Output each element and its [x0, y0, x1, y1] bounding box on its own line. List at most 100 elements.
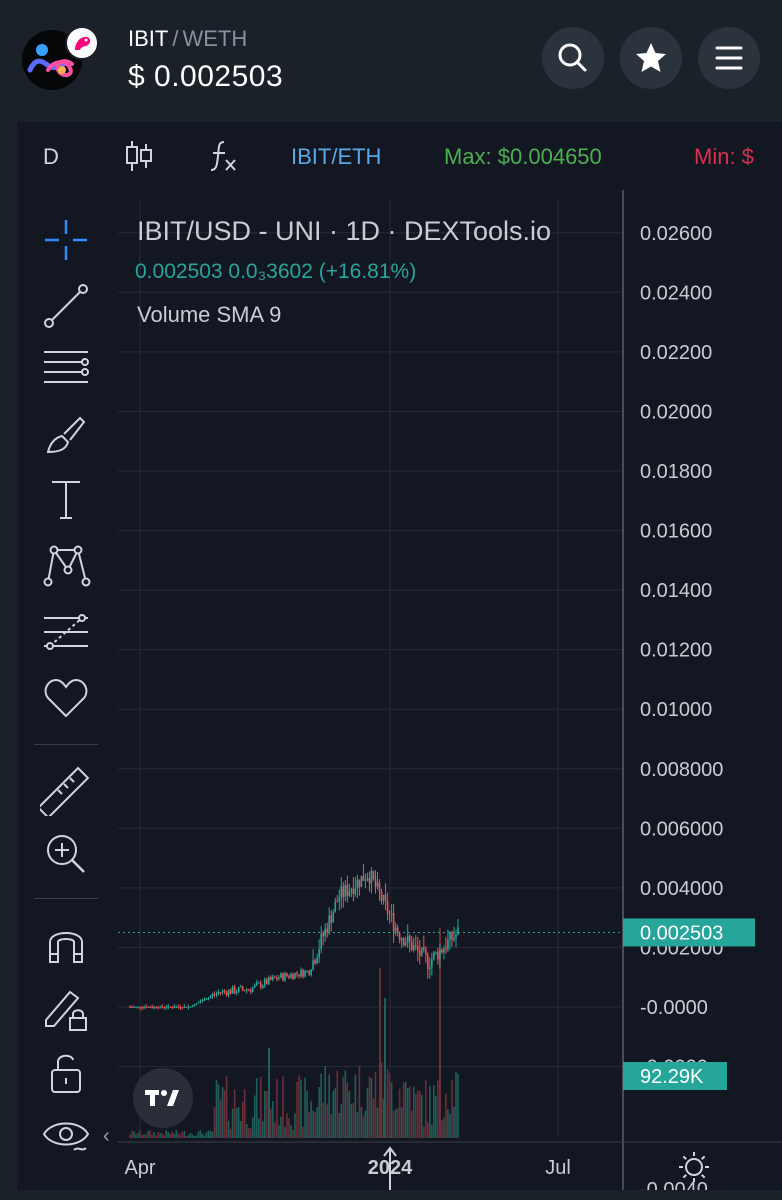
settings-sun-icon[interactable]	[679, 1152, 709, 1182]
candle-body	[133, 1006, 135, 1008]
measure-tool[interactable]	[37, 764, 92, 819]
candle-body	[420, 947, 423, 956]
candle-body	[193, 1004, 196, 1006]
volume-bar	[386, 1069, 389, 1138]
candle-body	[276, 977, 278, 980]
trend-line-tool[interactable]	[40, 280, 92, 332]
function-icon	[210, 141, 236, 171]
volume-bar	[418, 1091, 421, 1138]
candle-body	[344, 884, 347, 897]
volume-bar	[215, 1079, 218, 1138]
candle-body	[382, 894, 385, 901]
volume-bar	[441, 1120, 443, 1138]
candle-body	[443, 948, 445, 953]
volume-bar	[408, 1086, 411, 1138]
volume-bar	[292, 1129, 294, 1138]
candle-body	[147, 1006, 149, 1008]
crosshair-tool[interactable]	[40, 214, 92, 266]
candle-body	[211, 994, 214, 997]
chart-canvas[interactable]: 0.02600 0.02400 0.02200 0.02000 0.01800 0.016…	[118, 190, 782, 1200]
pattern-icon	[43, 545, 91, 587]
menu-button[interactable]	[698, 27, 760, 89]
volume-bar	[133, 1131, 135, 1138]
volume-bar	[282, 1076, 284, 1138]
candle-body	[304, 970, 306, 977]
volume-bar	[280, 1116, 282, 1138]
volume-bar	[342, 1076, 345, 1138]
volume-bar	[437, 1080, 439, 1138]
volume-bar	[294, 1113, 296, 1138]
zoom-in-tool[interactable]	[40, 828, 92, 880]
volume-bar	[350, 1103, 353, 1138]
volume-bar	[211, 1131, 214, 1138]
favorite-button[interactable]	[620, 27, 682, 89]
volume-indicator-label[interactable]: Volume SMA 9	[137, 302, 281, 328]
candle-body	[451, 932, 453, 941]
pair-switch-link[interactable]: IBIT/ETH	[291, 144, 381, 170]
volume-bar	[374, 1071, 377, 1138]
y-tick-label: 0.02200	[640, 342, 712, 364]
zoom-in-icon	[47, 835, 85, 873]
header-price: $ 0.002503	[128, 60, 284, 93]
candle-body	[229, 989, 232, 994]
volume-tag-text: 92.29K	[640, 1066, 704, 1088]
volume-bar	[457, 1074, 459, 1138]
candle-body	[153, 1006, 155, 1008]
y-tick-label: 0.006000	[640, 818, 723, 840]
indicators-button[interactable]	[208, 138, 242, 179]
interval-selector[interactable]: D	[43, 144, 59, 170]
candle-body	[380, 891, 383, 901]
volume-bar	[394, 1109, 397, 1138]
candle-body	[280, 973, 282, 978]
favorites-tool[interactable]	[40, 672, 92, 724]
volume-bar	[445, 1093, 447, 1138]
collapse-toolbar-icon[interactable]: ‹	[103, 1125, 110, 1148]
candle-body	[278, 977, 280, 980]
magnet-tool[interactable]	[40, 918, 92, 970]
candle-body	[249, 990, 252, 992]
volume-bar	[155, 1135, 157, 1138]
y-tick-label: 0.01800	[640, 461, 712, 483]
candle-body	[453, 937, 455, 941]
y-tick-label: -0.0000	[640, 997, 708, 1019]
candle-body	[149, 1006, 151, 1008]
search-button[interactable]	[542, 27, 604, 89]
volume-bar	[171, 1131, 174, 1138]
brush-tool[interactable]	[40, 408, 92, 460]
volume-bar	[189, 1133, 192, 1138]
volume-bar	[217, 1084, 220, 1138]
candle-body	[338, 897, 341, 902]
volume-bar	[404, 1081, 407, 1138]
visibility-tool[interactable]	[40, 1110, 92, 1162]
volume-bar	[398, 1088, 401, 1138]
candle-body	[231, 986, 234, 994]
prediction-icon	[44, 614, 88, 650]
candle-body	[406, 935, 409, 943]
lock-drawings-tool[interactable]	[40, 982, 92, 1034]
text-tool[interactable]	[40, 474, 92, 526]
volume-bar	[243, 1089, 246, 1138]
volume-bar	[223, 1090, 226, 1138]
candle-body	[314, 960, 316, 964]
candle-body	[157, 1007, 159, 1009]
volume-bar	[368, 1076, 371, 1138]
fib-retracement-tool[interactable]	[40, 342, 92, 394]
candle-body	[322, 933, 324, 937]
y-tick-label-partial: -0.0040	[640, 1179, 708, 1190]
volume-bar	[207, 1130, 210, 1138]
volume-bar	[449, 1113, 451, 1138]
volume-bar	[169, 1133, 172, 1138]
eye-icon	[42, 1122, 90, 1151]
volume-bar	[360, 1107, 363, 1138]
candle-body	[195, 1003, 198, 1005]
chart-type-button[interactable]	[123, 138, 155, 179]
price-chart[interactable]: 0.02600 0.02400 0.02200 0.02000 0.01800 0.016…	[118, 190, 782, 1200]
unlock-tool[interactable]	[40, 1048, 92, 1100]
candle-body	[141, 1007, 143, 1009]
volume-bar	[354, 1074, 357, 1138]
pattern-tool[interactable]	[40, 540, 92, 592]
tradingview-logo[interactable]	[133, 1068, 193, 1128]
volume-bar	[129, 1134, 131, 1138]
prediction-tool[interactable]	[40, 606, 92, 658]
candle-body	[167, 1006, 170, 1008]
